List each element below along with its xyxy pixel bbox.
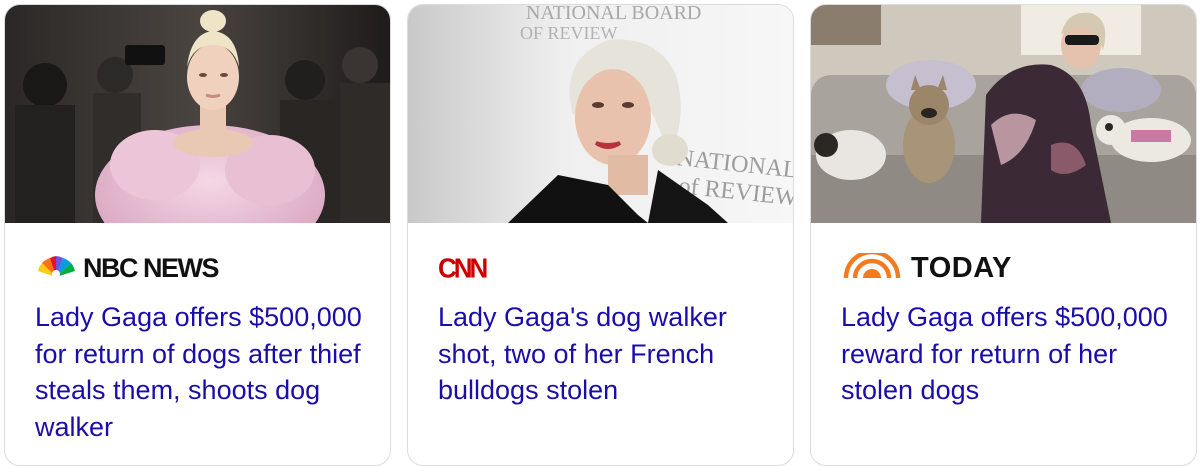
news-card-cnn[interactable]: NATIONAL BOARD OF REVIEW NATIONAL of REV… [407,4,794,466]
nbc-peacock-icon [35,253,77,284]
news-source: NBC NEWS [35,251,220,285]
cnn-logo: CNN [438,251,488,284]
news-headline[interactable]: Lady Gaga offers $500,000 reward for ret… [841,299,1181,409]
news-card-image[interactable] [811,5,1196,223]
backdrop-text-1: NATIONAL BOARD [526,5,701,24]
news-headline[interactable]: Lady Gaga offers $500,000 for return of … [35,299,375,445]
news-card-image[interactable] [5,5,390,223]
today-sunrise-icon [841,249,903,284]
source-name: NBC NEWS [83,252,220,283]
news-source: TODAY [841,249,1012,285]
news-card-today[interactable]: TODAY Lady Gaga offers $500,000 reward f… [810,4,1197,466]
news-card-nbc[interactable]: NBC NEWS Lady Gaga offers $500,000 for r… [4,4,391,466]
source-name: TODAY [911,251,1012,284]
news-source: CNN [438,251,488,285]
news-headline[interactable]: Lady Gaga's dog walker shot, two of her … [438,299,778,409]
news-card-image[interactable]: NATIONAL BOARD OF REVIEW NATIONAL of REV… [408,5,793,223]
backdrop-text-2: OF REVIEW [520,23,618,43]
